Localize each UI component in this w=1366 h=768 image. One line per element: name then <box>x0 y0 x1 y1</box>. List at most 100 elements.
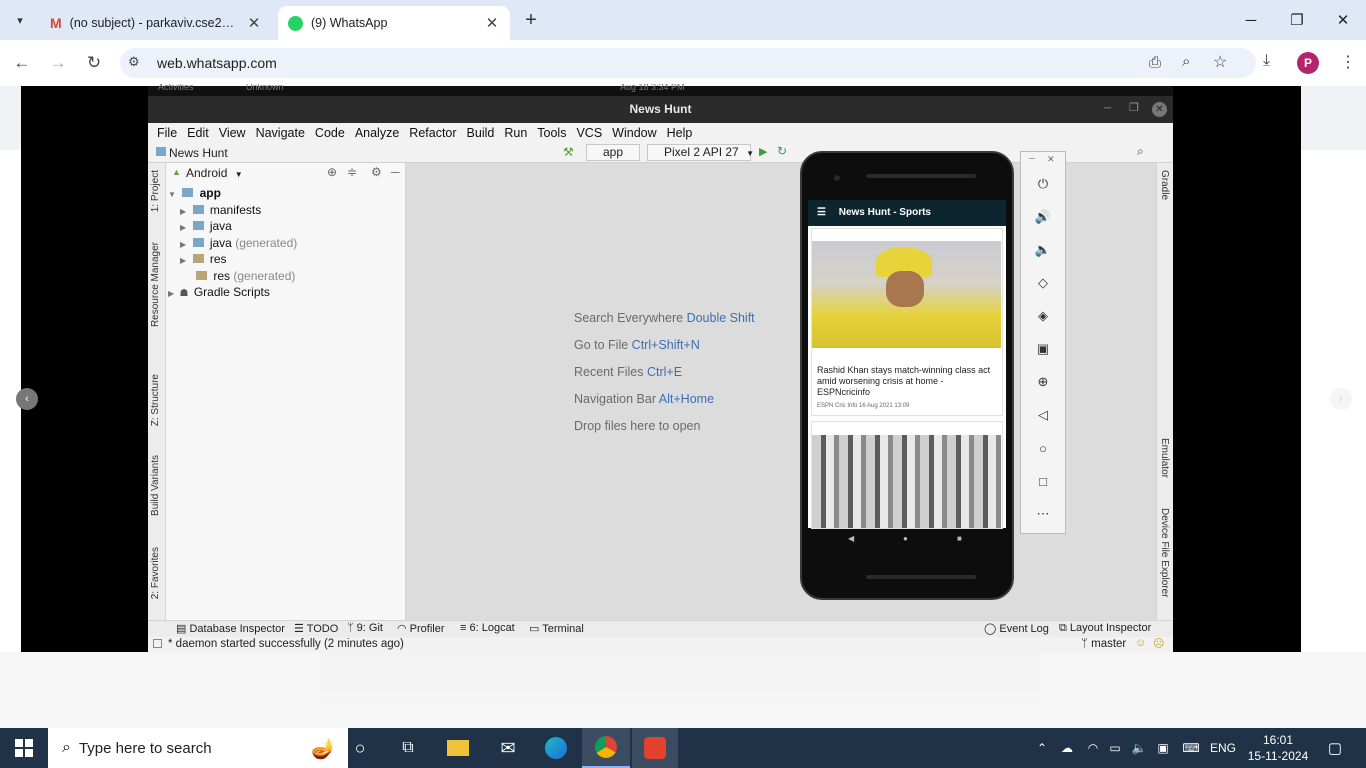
menu-window[interactable]: Window <box>607 123 661 143</box>
start-button[interactable] <box>0 728 48 768</box>
profile-avatar[interactable]: P <box>1297 52 1319 74</box>
volume-icon[interactable]: 🔈 <box>1128 728 1150 768</box>
tab-terminal[interactable]: ▭ Terminal <box>529 622 584 635</box>
hide-icon[interactable]: ─ <box>391 165 400 179</box>
meet-icon[interactable]: ▣ <box>1152 728 1174 768</box>
back-button[interactable]: ← <box>9 50 35 76</box>
run-config-dropdown[interactable]: app ▼ <box>586 144 640 173</box>
tree-item-res-generated[interactable]: res (generated) <box>193 269 295 283</box>
menu-build[interactable]: Build <box>462 123 500 143</box>
media-next-button[interactable]: › <box>1330 388 1352 410</box>
smiley-icon[interactable]: ☺ <box>1135 637 1146 649</box>
device-dropdown[interactable]: Pixel 2 API 27 ▼ <box>647 144 754 161</box>
mail-icon[interactable]: ✉ <box>486 728 530 768</box>
studio-close-icon[interactable]: ✕ <box>1152 102 1167 117</box>
menu-view[interactable]: View <box>214 123 251 143</box>
tab-database-inspector[interactable]: ▤ Database Inspector <box>176 622 285 635</box>
task-view-icon[interactable]: ⧉ <box>388 728 428 768</box>
hamburger-icon[interactable]: ☰ <box>817 207 826 218</box>
more-icon[interactable]: ⋯ <box>1032 503 1054 525</box>
menu-navigate[interactable]: Navigate <box>251 123 310 143</box>
nav-home-icon[interactable]: ● <box>903 534 908 543</box>
edge-icon[interactable] <box>534 728 578 768</box>
taskbar-search-box[interactable]: ⌕ Type here to search 🪔 <box>48 728 348 768</box>
settings-gear-icon[interactable]: ⚙ <box>371 165 382 179</box>
cortana-icon[interactable]: ○ <box>340 728 380 768</box>
collapse-icon[interactable]: ≑ <box>347 165 357 179</box>
battery-icon[interactable]: ▭ <box>1104 728 1126 768</box>
onedrive-icon[interactable]: ☁ <box>1056 728 1078 768</box>
tab-search-button[interactable]: ▾ <box>8 8 32 32</box>
back-icon[interactable]: ◁ <box>1032 404 1054 426</box>
nav-back-icon[interactable]: ◀ <box>848 534 854 543</box>
downloads-icon[interactable]: ⤓ <box>1263 52 1270 70</box>
tab-build-variants[interactable]: Build Variants <box>150 455 161 516</box>
site-info-icon[interactable]: ⚙ <box>128 54 140 70</box>
menu-help[interactable]: Help <box>662 123 698 143</box>
zoom-icon[interactable]: ⊕ <box>1032 371 1054 393</box>
home-icon[interactable]: ○ <box>1032 437 1054 459</box>
reload-button[interactable]: ↻ <box>81 50 107 76</box>
address-bar[interactable] <box>120 48 1256 78</box>
tree-item-manifests[interactable]: ▶ manifests <box>180 203 261 217</box>
tab-structure[interactable]: Z: Structure <box>150 374 161 426</box>
new-tab-button[interactable]: + <box>520 7 542 33</box>
overview-icon[interactable]: □ <box>1032 470 1054 492</box>
file-explorer-icon[interactable] <box>436 728 480 768</box>
rotate-right-icon[interactable]: ◈ <box>1032 305 1054 327</box>
wifi-icon[interactable]: ◠ <box>1082 728 1104 768</box>
run-icon[interactable]: ▶ <box>759 145 767 158</box>
studio-min-icon[interactable]: ─ <box>1104 103 1111 114</box>
language-indicator[interactable]: ENG <box>1206 728 1240 768</box>
media-prev-button[interactable]: ‹ <box>16 388 38 410</box>
emu-minimize-icon[interactable]: ─ <box>1029 154 1035 163</box>
search-icon[interactable]: ⌕ <box>1137 144 1144 159</box>
project-view-dropdown[interactable]: Android ▼ <box>186 166 243 180</box>
apply-changes-icon[interactable]: ↻ <box>777 144 787 158</box>
forward-button[interactable]: → <box>45 50 71 76</box>
tab-whatsapp[interactable]: (9) WhatsApp ✕ <box>278 6 510 40</box>
install-app-icon[interactable]: ⎙ <box>1149 54 1161 71</box>
tab-gradle[interactable]: Gradle <box>1159 170 1170 200</box>
git-branch[interactable]: ᛘ master <box>1081 638 1126 650</box>
power-icon[interactable]: ⏻ <box>1032 173 1054 195</box>
clock[interactable]: 16:01 15-11-2024 <box>1244 728 1312 768</box>
zoom-icon[interactable]: ⌕ <box>1182 53 1190 70</box>
tab-todo[interactable]: ☰ TODO <box>294 622 338 635</box>
menu-tools[interactable]: Tools <box>532 123 571 143</box>
tab-project[interactable]: 1: Project <box>150 170 161 212</box>
tree-item-res[interactable]: ▶ res <box>180 252 227 266</box>
tree-item-app[interactable]: ▼ app <box>168 186 221 200</box>
tree-item-gradle-scripts[interactable]: ▶ ☗ Gradle Scripts <box>168 285 270 299</box>
tab-git[interactable]: ᛘ 9: Git <box>347 622 383 634</box>
volume-down-icon[interactable]: 🔈 <box>1032 239 1054 261</box>
chrome-icon[interactable] <box>582 728 630 768</box>
menu-run[interactable]: Run <box>499 123 532 143</box>
show-hidden-icons[interactable]: ⌃ <box>1032 728 1052 768</box>
keyboard-icon[interactable]: ⌨ <box>1178 728 1204 768</box>
smiley-icon[interactable]: ☹ <box>1153 637 1164 650</box>
restore-button[interactable]: ❐ <box>1274 0 1320 40</box>
hammer-icon[interactable]: ⚒ <box>563 145 574 159</box>
tab-event-log[interactable]: ◯ Event Log <box>984 622 1049 635</box>
tab-emulator[interactable]: Emulator <box>1159 438 1170 478</box>
bookmark-star-icon[interactable]: ☆ <box>1213 52 1227 72</box>
tab-layout-inspector[interactable]: ⧉ Layout Inspector <box>1059 622 1151 635</box>
tree-item-java-generated[interactable]: ▶ java (generated) <box>180 236 297 250</box>
notification-icon[interactable]: ▢ <box>1318 728 1352 768</box>
tab-favorites[interactable]: 2: Favorites <box>150 547 161 599</box>
minimize-button[interactable]: ─ <box>1228 0 1274 40</box>
wps-office-icon[interactable] <box>632 728 678 768</box>
menu-refactor[interactable]: Refactor <box>404 123 461 143</box>
tab-logcat[interactable]: ≡ 6: Logcat <box>460 622 515 634</box>
close-tab-icon[interactable]: ✕ <box>484 14 500 32</box>
emu-close-icon[interactable]: ✕ <box>1047 154 1055 165</box>
volume-up-icon[interactable]: 🔊 <box>1032 206 1054 228</box>
tab-profiler[interactable]: ◠ Profiler <box>397 622 445 635</box>
url-text[interactable]: web.whatsapp.com <box>157 55 277 71</box>
menu-analyze[interactable]: Analyze <box>350 123 404 143</box>
close-window-button[interactable]: ✕ <box>1320 0 1366 40</box>
tree-item-java[interactable]: ▶ java <box>180 219 232 233</box>
nav-recents-icon[interactable]: ■ <box>957 534 962 543</box>
tab-device-file-explorer[interactable]: Device File Explorer <box>1159 508 1170 610</box>
